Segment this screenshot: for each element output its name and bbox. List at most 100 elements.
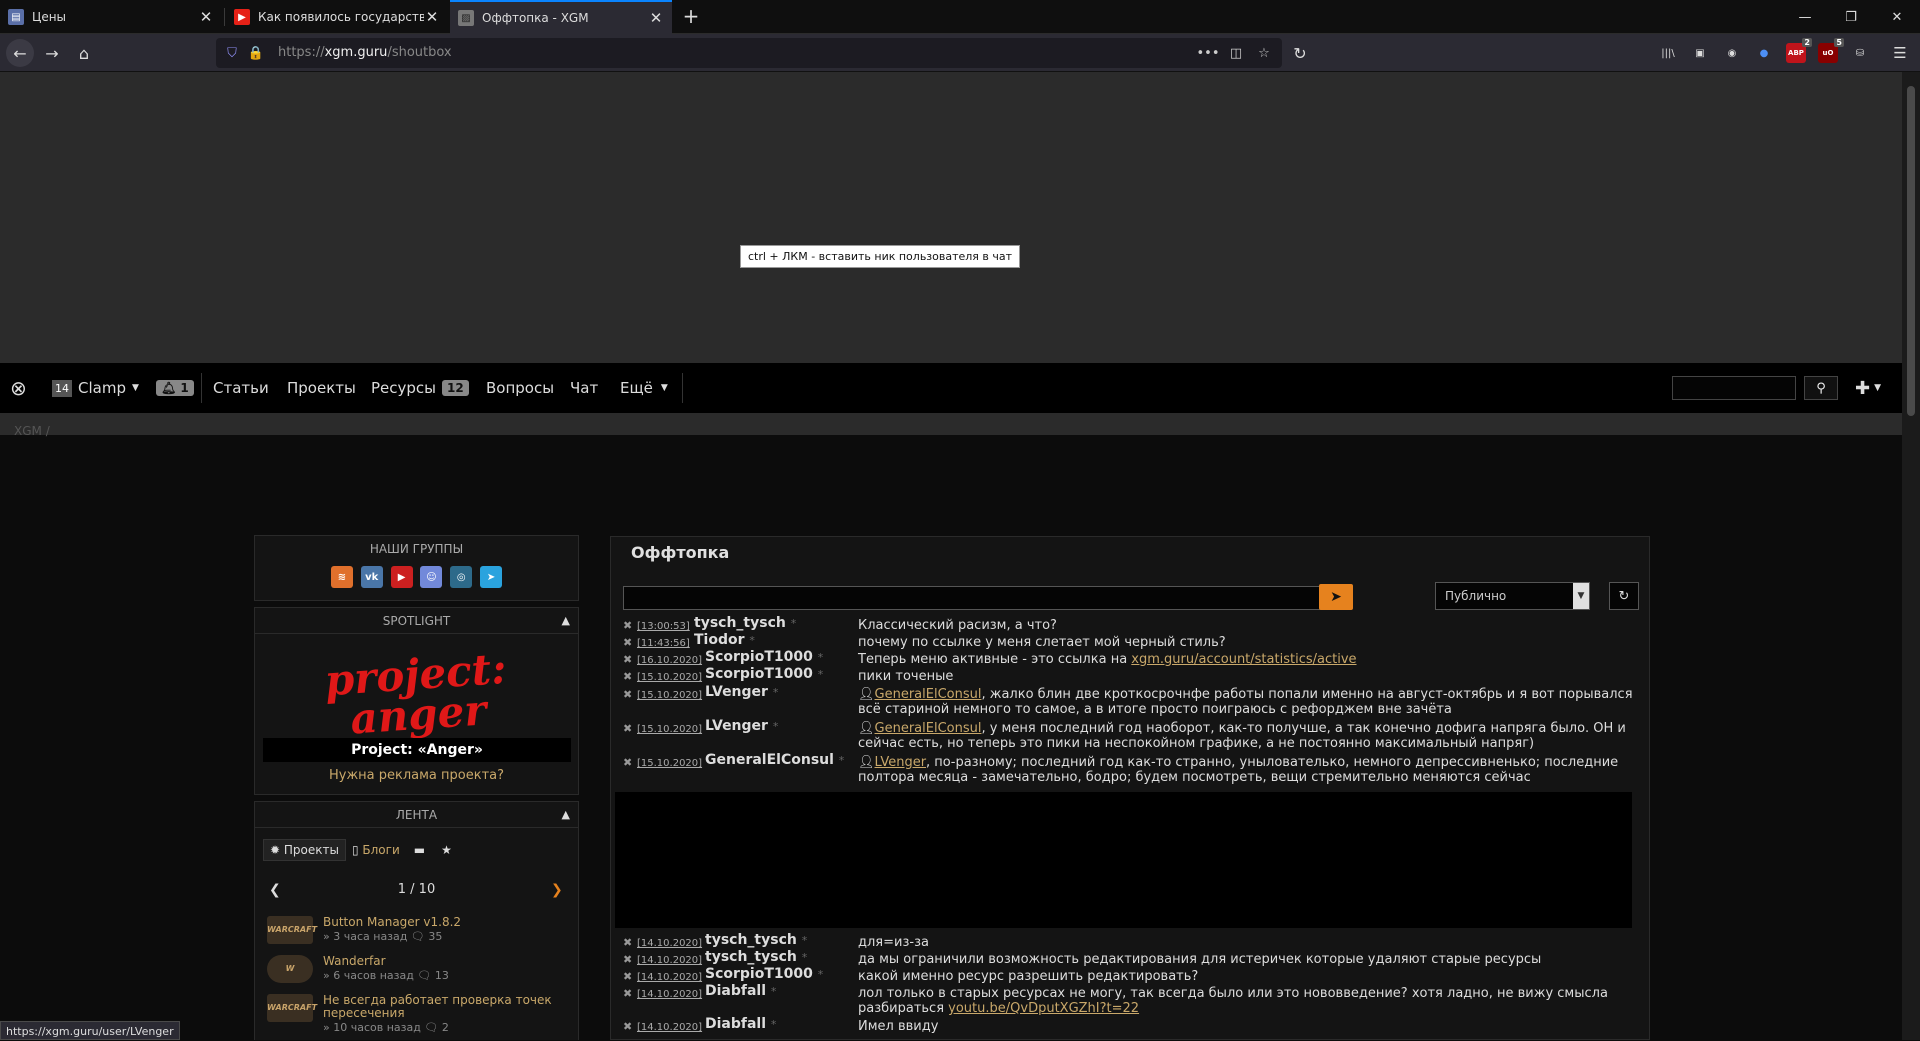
shield-icon[interactable]: ⛉ <box>222 43 242 63</box>
visibility-select[interactable]: Публично ▼ <box>1435 582 1590 610</box>
delete-icon[interactable]: ✖ <box>623 986 632 1001</box>
feed-item-title[interactable]: Не всегда работает проверка точек пересе… <box>323 994 563 1020</box>
menu-icon[interactable]: ☰ <box>1890 43 1910 63</box>
site-search-input[interactable] <box>1672 376 1796 400</box>
refresh-button[interactable]: ↻ <box>1609 582 1639 610</box>
delete-icon[interactable]: ✖ <box>623 635 632 650</box>
feed-item-title[interactable]: Wanderfar <box>323 955 563 968</box>
sidebar-icon[interactable]: ▣ <box>1690 43 1710 63</box>
pocket-icon[interactable]: ◫ <box>1226 43 1246 63</box>
message-time[interactable]: [16.10.2020] <box>637 653 702 668</box>
home-button[interactable]: ⌂ <box>70 39 98 67</box>
message-nick[interactable]: ScorpioT1000 * <box>705 650 823 665</box>
message-link[interactable]: xgm.guru/account/statistics/active <box>1131 652 1356 667</box>
breadcrumb-item[interactable]: XGM <box>14 424 42 438</box>
ad-link[interactable]: Нужна реклама проекта? <box>255 768 578 783</box>
minimize-button[interactable]: — <box>1782 0 1828 34</box>
message-time[interactable]: [15.10.2020] <box>637 722 702 737</box>
message-time[interactable]: [11:43:56] <box>637 636 690 651</box>
lock-icon[interactable]: 🔒 <box>246 43 266 63</box>
tab-offtopka[interactable]: ▨ Оффтопка - XGM ✕ <box>450 0 672 34</box>
delete-icon[interactable]: ✖ <box>623 618 632 633</box>
delete-icon[interactable]: ✖ <box>623 687 632 702</box>
telegram-icon[interactable]: ➤ <box>480 566 503 588</box>
extension-blue-icon[interactable]: ● <box>1754 43 1774 63</box>
message-time[interactable]: [13:00:53] <box>637 619 690 634</box>
delete-icon[interactable]: ✖ <box>623 755 632 770</box>
new-tab-button[interactable]: + <box>679 4 703 28</box>
nav-resources[interactable]: Ресурсы 12 <box>371 363 469 413</box>
message-nick[interactable]: ScorpioT1000 * <box>705 667 823 682</box>
close-window-button[interactable]: ✕ <box>1874 0 1920 34</box>
adblock-icon[interactable]: ABP 2 <box>1786 38 1812 63</box>
extension-jar-icon[interactable]: ⛁ <box>1850 43 1870 63</box>
forward-button[interactable]: → <box>38 39 66 67</box>
rss-icon[interactable]: ≋ <box>330 566 353 588</box>
message-time[interactable]: [14.10.2020] <box>637 987 702 1002</box>
ublock-icon[interactable]: uO 5 <box>1818 38 1844 63</box>
nav-articles[interactable]: Статьи <box>213 363 269 413</box>
close-icon[interactable]: ✕ <box>648 9 664 27</box>
page-actions-icon[interactable]: ••• <box>1197 43 1220 63</box>
vk-icon[interactable]: vk <box>360 566 383 588</box>
user-menu[interactable]: 14 Clamp ▼ <box>52 363 139 413</box>
delete-icon[interactable]: ✖ <box>623 935 632 950</box>
delete-icon[interactable]: ✖ <box>623 952 632 967</box>
message-nick[interactable]: tysch_tysch * <box>705 950 807 965</box>
collapse-icon[interactable]: ▲ <box>562 608 570 634</box>
site-search-button[interactable]: ⚲ <box>1804 376 1838 400</box>
chat-message-input[interactable] <box>623 586 1325 610</box>
mention-link[interactable]: GeneralElConsul <box>875 721 982 736</box>
message-time[interactable]: [14.10.2020] <box>637 936 702 951</box>
spotlight-image[interactable]: project: anger <box>263 640 571 750</box>
close-icon[interactable]: ✕ <box>424 8 440 26</box>
send-button[interactable]: ➤ <box>1319 584 1353 610</box>
restore-button[interactable]: ❐ <box>1828 0 1874 34</box>
message-time[interactable]: [15.10.2020] <box>637 688 702 703</box>
delete-icon[interactable]: ✖ <box>623 652 632 667</box>
nav-projects[interactable]: Проекты <box>287 363 356 413</box>
feed-tab-favorites[interactable]: ★ <box>433 840 460 860</box>
message-nick[interactable]: Diabfall * <box>705 1017 776 1032</box>
message-nick[interactable]: tysch_tysch * <box>705 933 807 948</box>
message-link[interactable]: youtu.be/QvDputXGZhI?t=22 <box>948 1001 1139 1016</box>
message-nick[interactable]: GeneralElConsul * <box>705 753 844 768</box>
message-time[interactable]: [15.10.2020] <box>637 670 702 685</box>
url-bar[interactable]: ⛉ 🔒 https://xgm.guru/shoutbox ••• ◫ ☆ <box>216 38 1282 68</box>
message-time[interactable]: [15.10.2020] <box>637 756 702 771</box>
feed-item[interactable]: WARCRAFT Button Manager v1.8.2 » 3 часа … <box>267 916 567 952</box>
reload-button[interactable]: ↻ <box>1286 39 1314 67</box>
delete-icon[interactable]: ✖ <box>623 669 632 684</box>
message-nick[interactable]: Diabfall * <box>705 984 776 999</box>
tab-youtube[interactable]: ▶ Как появилось государство И ✕ <box>226 0 448 34</box>
back-button[interactable]: ← <box>6 39 34 67</box>
message-time[interactable]: [14.10.2020] <box>637 970 702 985</box>
youtube-icon[interactable]: ▶ <box>390 566 413 588</box>
tab-prices[interactable]: ▤ Цены ✕ <box>0 0 222 34</box>
library-icon[interactable]: |||\ <box>1658 43 1678 63</box>
account-icon[interactable]: ◉ <box>1722 43 1742 63</box>
delete-icon[interactable]: ✖ <box>623 721 632 736</box>
site-logo-icon[interactable]: ⊗ <box>10 363 27 413</box>
add-menu-button[interactable]: ✚ ▼ <box>1855 363 1881 413</box>
mention-link[interactable]: LVenger <box>875 755 927 770</box>
nav-more[interactable]: Ещё ▼ <box>620 363 668 413</box>
feed-tab-projects[interactable]: ✹ Проекты <box>263 839 346 861</box>
mention-link[interactable]: GeneralElConsul <box>875 687 982 702</box>
url-text[interactable]: https://xgm.guru/shoutbox <box>278 45 452 60</box>
message-nick[interactable]: LVenger * <box>705 685 778 700</box>
feed-tab-blogs[interactable]: ▯ Блоги <box>346 840 406 860</box>
feed-item[interactable]: W Wanderfar » 6 часов назад 🗨︎ 13 <box>267 955 567 991</box>
pager-next-icon[interactable]: ❯ <box>551 882 563 898</box>
message-nick[interactable]: ScorpioT1000 * <box>705 967 823 982</box>
close-icon[interactable]: ✕ <box>198 8 214 26</box>
feed-item-title[interactable]: Button Manager v1.8.2 <box>323 916 563 929</box>
message-time[interactable]: [14.10.2020] <box>637 953 702 968</box>
bookmark-star-icon[interactable]: ☆ <box>1254 43 1274 63</box>
message-nick[interactable]: Tiodor * <box>694 633 755 648</box>
breadcrumb[interactable]: XGM / <box>14 424 50 438</box>
notifications-button[interactable]: 🔔︎ 1 <box>156 363 194 413</box>
page-scrollbar[interactable] <box>1902 72 1920 1040</box>
feed-item[interactable]: WARCRAFT Не всегда работает проверка точ… <box>267 994 567 1040</box>
delete-icon[interactable]: ✖ <box>623 969 632 984</box>
